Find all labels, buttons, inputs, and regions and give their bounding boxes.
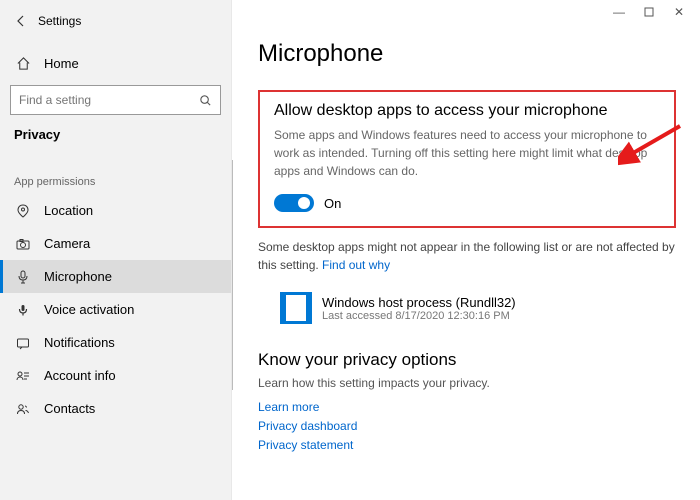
page-title: Microphone	[258, 40, 676, 68]
sidebar-item-microphone[interactable]: Microphone	[0, 260, 231, 293]
sidebar-item-voice-activation[interactable]: Voice activation	[0, 293, 231, 326]
privacy-dashboard-link[interactable]: Privacy dashboard	[258, 417, 676, 436]
maximize-button[interactable]	[634, 2, 664, 22]
microphone-icon	[14, 270, 32, 284]
app-row: Windows host process (Rundll32) Last acc…	[258, 288, 676, 342]
location-icon	[14, 204, 32, 218]
privacy-section-title: Know your privacy options	[258, 350, 676, 370]
voice-icon	[14, 303, 32, 317]
toggle-row: On	[274, 194, 660, 212]
group-heading: App permissions	[0, 176, 231, 194]
app-name: Windows host process (Rundll32)	[322, 295, 516, 310]
home-nav[interactable]: Home	[0, 48, 231, 79]
sidebar-item-label: Microphone	[44, 269, 112, 284]
home-label: Home	[44, 56, 79, 71]
app-last-accessed: Last accessed 8/17/2020 12:30:16 PM	[322, 310, 516, 322]
main-content: — ✕ Microphone Allow desktop apps to acc…	[232, 0, 700, 500]
toggle-state-label: On	[324, 196, 341, 211]
sidebar-item-account-info[interactable]: Account info	[0, 359, 231, 392]
sidebar-item-contacts[interactable]: Contacts	[0, 392, 231, 425]
sidebar-item-notifications[interactable]: Notifications	[0, 326, 231, 359]
microphone-toggle[interactable]	[274, 194, 314, 212]
privacy-statement-link[interactable]: Privacy statement	[258, 436, 676, 455]
sidebar-item-label: Notifications	[44, 335, 115, 350]
camera-icon	[14, 237, 32, 251]
desktop-apps-note: Some desktop apps might not appear in th…	[258, 238, 676, 274]
learn-more-link[interactable]: Learn more	[258, 398, 676, 417]
sidebar: Settings Home Privacy App permissions Lo…	[0, 0, 232, 500]
notifications-icon	[14, 336, 32, 350]
titlebar: Settings	[0, 4, 231, 38]
back-button[interactable]	[10, 10, 32, 32]
account-icon	[14, 369, 32, 383]
contacts-icon	[14, 402, 32, 416]
app-icon	[280, 292, 312, 324]
home-icon	[14, 56, 32, 71]
arrow-left-icon	[14, 14, 28, 28]
privacy-links: Learn more Privacy dashboard Privacy sta…	[258, 398, 676, 456]
highlighted-setting: Allow desktop apps to access your microp…	[258, 90, 676, 228]
minimize-button[interactable]: —	[604, 2, 634, 22]
sidebar-item-location[interactable]: Location	[0, 194, 231, 227]
sidebar-item-label: Account info	[44, 368, 116, 383]
search-icon	[199, 94, 212, 107]
setting-title: Allow desktop apps to access your microp…	[274, 102, 660, 120]
sidebar-item-label: Contacts	[44, 401, 95, 416]
setting-description: Some apps and Windows features need to a…	[274, 126, 660, 180]
note-text: Some desktop apps might not appear in th…	[258, 240, 675, 272]
sidebar-item-label: Location	[44, 203, 93, 218]
find-out-why-link[interactable]: Find out why	[322, 258, 390, 272]
close-button[interactable]: ✕	[664, 2, 694, 22]
sidebar-item-camera[interactable]: Camera	[0, 227, 231, 260]
app-title: Settings	[38, 14, 81, 28]
window-controls: — ✕	[604, 2, 694, 22]
sidebar-item-label: Voice activation	[44, 302, 134, 317]
search-box[interactable]	[10, 85, 221, 115]
search-input[interactable]	[19, 93, 199, 107]
privacy-section-desc: Learn how this setting impacts your priv…	[258, 376, 676, 390]
sidebar-item-label: Camera	[44, 236, 90, 251]
section-heading: Privacy	[0, 127, 231, 158]
